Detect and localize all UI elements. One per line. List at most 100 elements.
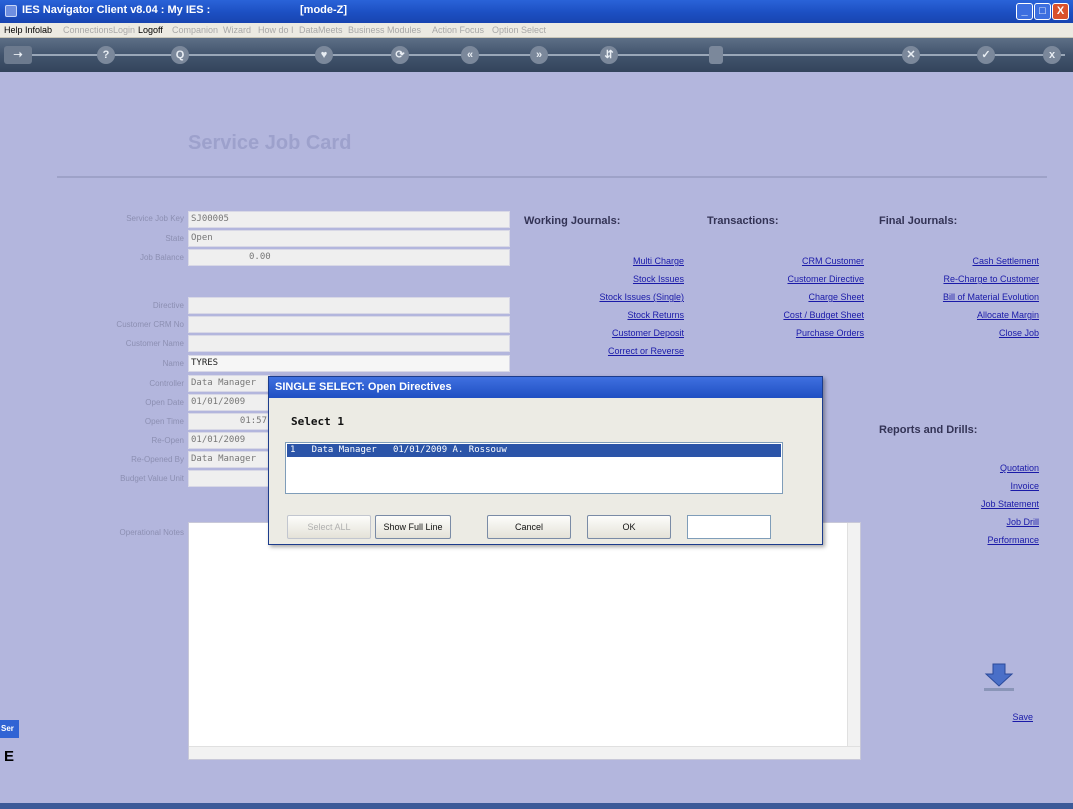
link-performance[interactable]: Performance bbox=[987, 535, 1039, 545]
heart-icon[interactable]: ♥ bbox=[315, 46, 333, 64]
notes-label: Operational Notes bbox=[119, 528, 184, 537]
operational-notes-textarea[interactable] bbox=[188, 522, 861, 760]
list-item[interactable]: 1 Data Manager 01/01/2009 A. Rossouw bbox=[287, 444, 781, 457]
customer-crm-field[interactable] bbox=[188, 316, 510, 333]
link-customer-directive[interactable]: Customer Directive bbox=[787, 274, 864, 284]
re-open-field[interactable]: 01/01/2009 bbox=[188, 432, 270, 449]
field-label: Customer CRM No bbox=[116, 320, 184, 329]
save-link[interactable]: Save bbox=[1012, 712, 1033, 722]
link-customer-deposit[interactable]: Customer Deposit bbox=[612, 328, 684, 338]
dialog-prompt: Select 1 bbox=[291, 415, 344, 428]
vertical-scrollbar[interactable] bbox=[847, 523, 860, 759]
directive-list[interactable]: 1 Data Manager 01/01/2009 A. Rossouw bbox=[285, 442, 783, 494]
field-label: Service Job Key bbox=[126, 214, 184, 223]
menu-companion[interactable]: Companion bbox=[172, 25, 218, 35]
window-title: IES Navigator Client v8.04 : My IES : bbox=[22, 4, 211, 16]
link-charge-sheet[interactable]: Charge Sheet bbox=[808, 292, 864, 302]
link-stock-issues-single[interactable]: Stock Issues (Single) bbox=[599, 292, 684, 302]
side-glyph: E bbox=[4, 748, 15, 765]
link-job-statement[interactable]: Job Statement bbox=[981, 499, 1039, 509]
transactions-heading: Transactions: bbox=[707, 215, 779, 227]
search-icon[interactable]: Q bbox=[171, 46, 189, 64]
field-label: Customer Name bbox=[125, 339, 184, 348]
menu-connections[interactable]: Connections bbox=[63, 25, 113, 35]
page-title: Service Job Card bbox=[188, 132, 352, 154]
minimize-button[interactable]: _ bbox=[1016, 3, 1033, 20]
field-label: Re-Open bbox=[151, 436, 184, 445]
arrow-icon[interactable]: ➝ bbox=[4, 46, 32, 64]
split-icon[interactable]: ⇵ bbox=[600, 46, 618, 64]
budget-value-unit-field[interactable] bbox=[188, 470, 270, 487]
link-re-charge-to-customer[interactable]: Re-Charge to Customer bbox=[943, 274, 1039, 284]
dialog-input[interactable] bbox=[687, 515, 771, 539]
save-icon[interactable] bbox=[979, 662, 1019, 694]
menu-help[interactable]: Help bbox=[4, 25, 23, 35]
help-icon[interactable]: ? bbox=[97, 46, 115, 64]
refresh-icon[interactable]: ⟳ bbox=[391, 46, 409, 64]
cancel-button[interactable]: Cancel bbox=[487, 515, 571, 539]
app-icon bbox=[5, 5, 17, 17]
menu-option-select[interactable]: Option Select bbox=[492, 25, 546, 35]
menu-wizard[interactable]: Wizard bbox=[223, 25, 251, 35]
marker-icon[interactable] bbox=[709, 46, 723, 64]
link-stock-returns[interactable]: Stock Returns bbox=[627, 310, 684, 320]
job-balance-field[interactable]: 0.00 bbox=[188, 249, 510, 266]
link-close-job[interactable]: Close Job bbox=[999, 328, 1039, 338]
menu-infolab[interactable]: Infolab bbox=[25, 25, 52, 35]
close-button[interactable]: X bbox=[1052, 3, 1069, 20]
customer-name-field[interactable] bbox=[188, 335, 510, 352]
title-bar: IES Navigator Client v8.04 : My IES : [m… bbox=[0, 0, 1073, 23]
link-correct-or-reverse[interactable]: Correct or Reverse bbox=[608, 346, 684, 356]
open-date-field[interactable]: 01/01/2009 bbox=[188, 394, 270, 411]
cancel-icon[interactable]: ✕ bbox=[902, 46, 920, 64]
field-label: Open Date bbox=[145, 398, 184, 407]
field-label: Controller bbox=[149, 379, 184, 388]
status-strip bbox=[0, 803, 1073, 809]
name-field[interactable]: TYRES bbox=[188, 355, 510, 372]
final-journals-heading: Final Journals: bbox=[879, 215, 958, 227]
link-bill-of-material-evolution[interactable]: Bill of Material Evolution bbox=[943, 292, 1039, 302]
close-icon[interactable]: x bbox=[1043, 46, 1061, 64]
open-time-field[interactable]: 01:57 bbox=[188, 413, 270, 430]
re-opened-by-field[interactable]: Data Manager bbox=[188, 451, 270, 468]
next-icon[interactable]: » bbox=[530, 46, 548, 64]
controller-field[interactable]: Data Manager bbox=[188, 375, 270, 392]
menu-login[interactable]: Login bbox=[113, 25, 135, 35]
menu-action-focus[interactable]: Action Focus bbox=[432, 25, 484, 35]
link-allocate-margin[interactable]: Allocate Margin bbox=[977, 310, 1039, 320]
field-label: Job Balance bbox=[139, 253, 184, 262]
menu-datameets[interactable]: DataMeets bbox=[299, 25, 343, 35]
working-journals-heading: Working Journals: bbox=[524, 215, 621, 227]
single-select-dialog: SINGLE SELECT: Open Directives Select 1 … bbox=[268, 376, 823, 545]
link-cost-budget-sheet[interactable]: Cost / Budget Sheet bbox=[783, 310, 864, 320]
side-tab[interactable]: Ser bbox=[0, 720, 19, 738]
field-label: State bbox=[165, 234, 184, 243]
link-crm-customer[interactable]: CRM Customer bbox=[802, 256, 864, 266]
select-all-button[interactable]: Select ALL bbox=[287, 515, 371, 539]
menu-bar: Help Infolab Connections Login Logoff Co… bbox=[0, 23, 1073, 38]
link-quotation[interactable]: Quotation bbox=[1000, 463, 1039, 473]
horizontal-scrollbar[interactable] bbox=[189, 746, 860, 759]
link-job-drill[interactable]: Job Drill bbox=[1006, 517, 1039, 527]
state-field[interactable]: Open bbox=[188, 230, 510, 247]
service-job-key-field[interactable]: SJ00005 bbox=[188, 211, 510, 228]
show-full-line-button[interactable]: Show Full Line bbox=[375, 515, 451, 539]
menu-logoff[interactable]: Logoff bbox=[138, 25, 163, 35]
toolbar: ➝ ? Q ♥ ⟳ « » ⇵ ✕ ✓ x bbox=[0, 38, 1073, 72]
menu-business-modules[interactable]: Business Modules bbox=[348, 25, 421, 35]
maximize-button[interactable]: □ bbox=[1034, 3, 1051, 20]
ok-button[interactable]: OK bbox=[587, 515, 671, 539]
link-stock-issues[interactable]: Stock Issues bbox=[633, 274, 684, 284]
dialog-title: SINGLE SELECT: Open Directives bbox=[269, 377, 822, 398]
previous-icon[interactable]: « bbox=[461, 46, 479, 64]
link-invoice[interactable]: Invoice bbox=[1010, 481, 1039, 491]
field-label: Re-Opened By bbox=[131, 455, 184, 464]
field-label: Open Time bbox=[144, 417, 184, 426]
link-purchase-orders[interactable]: Purchase Orders bbox=[796, 328, 864, 338]
field-label: Name bbox=[162, 359, 184, 368]
link-cash-settlement[interactable]: Cash Settlement bbox=[972, 256, 1039, 266]
directive-field[interactable] bbox=[188, 297, 510, 314]
link-multi-charge[interactable]: Multi Charge bbox=[633, 256, 684, 266]
accept-icon[interactable]: ✓ bbox=[977, 46, 995, 64]
menu-how-do-i[interactable]: How do I bbox=[258, 25, 294, 35]
